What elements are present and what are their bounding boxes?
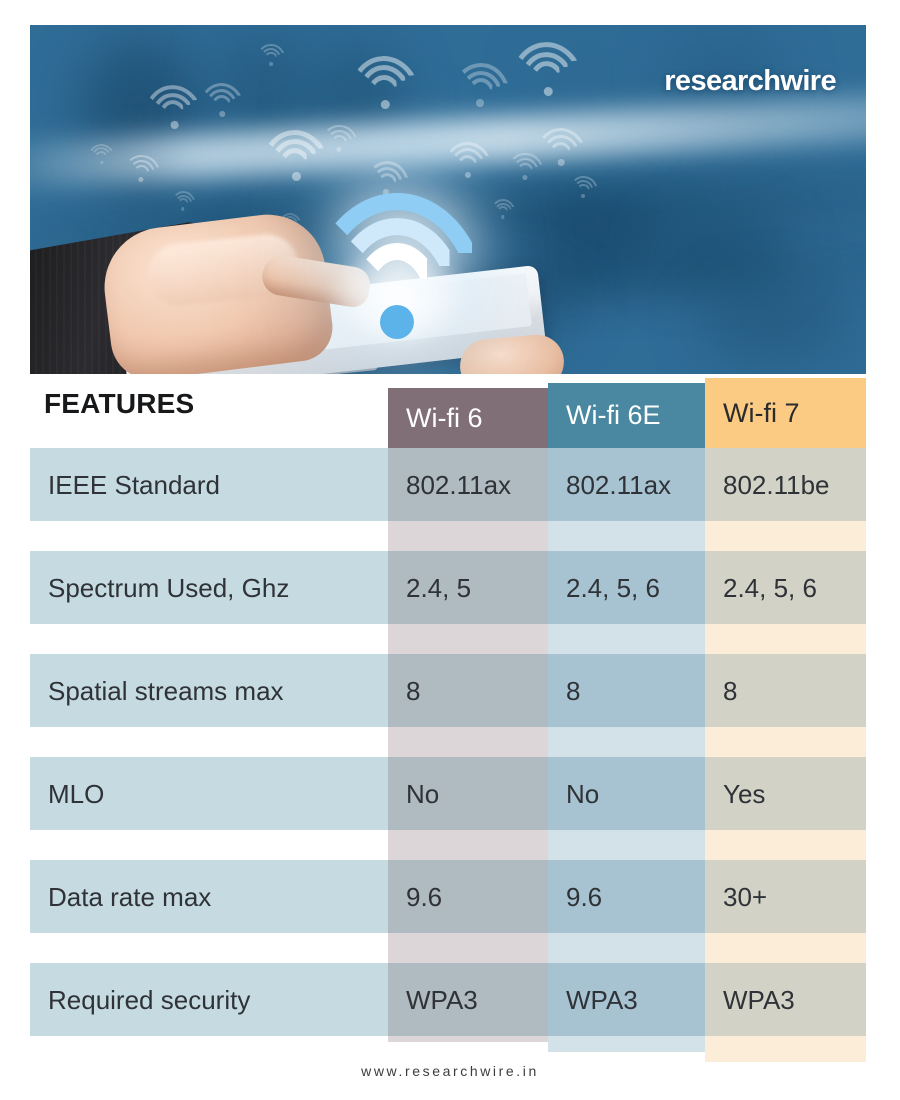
feature-label: Spatial streams max (48, 675, 284, 706)
bg-blur-blotch (698, 283, 849, 364)
wifi-arc (568, 174, 600, 195)
cell-value: WPA3 (566, 984, 638, 1015)
hero-wifi-arc (305, 193, 489, 311)
wifi-dot (380, 99, 391, 109)
comparison-table: FEATURES Wi-fi 6 Wi-fi 6E Wi-fi 7 IEEE Sta… (30, 374, 866, 1074)
wifi-arc (256, 43, 286, 62)
wifi-dot (475, 98, 484, 107)
cell-value: 9.6 (566, 881, 603, 912)
wifi-dot (291, 171, 302, 182)
wifi-icon (490, 199, 516, 219)
wifi-dot (170, 120, 179, 130)
column-header-label: Wi-fi 6E (566, 400, 661, 430)
wifi-arc (490, 199, 516, 214)
hero-wifi-icon (305, 193, 489, 341)
cell-value: 2.4, 5, 6 (723, 572, 817, 603)
feature-label: Spectrum Used, Ghz (48, 572, 290, 603)
bg-blur-blotch (514, 206, 665, 277)
cell-value: 8 (723, 675, 738, 706)
wifi-dot (138, 177, 144, 183)
wifi-icon (363, 158, 413, 197)
wifi-arc (170, 190, 198, 208)
cell-value: 8 (406, 675, 421, 706)
bg-blur-blotch (648, 220, 789, 287)
wifi-icon (533, 127, 587, 166)
wifi-icon (320, 123, 360, 153)
wifi-icon (505, 37, 585, 100)
wifi-dot (269, 62, 273, 66)
wifi-icon (450, 60, 514, 109)
wifi-icon (256, 126, 331, 184)
wifi-dot (580, 193, 585, 198)
cell-value: 2.4, 5, 6 (566, 572, 660, 603)
cell-value: 9.6 (406, 881, 443, 912)
feature-label: Data rate max (48, 881, 212, 912)
wifi-arc (450, 60, 514, 101)
feature-label: Required security (48, 984, 251, 1015)
wifi-arc (197, 81, 245, 112)
cell-value: 8 (566, 675, 581, 706)
wifi-icon (170, 190, 198, 211)
wifi-dot (557, 159, 565, 166)
wifi-arc (320, 123, 360, 148)
wifi-dot (181, 207, 185, 211)
column-background-1 (388, 448, 548, 1042)
wifi-dot (522, 175, 528, 181)
cell-value: 2.4, 5 (406, 572, 472, 603)
column-header-label: Wi-fi 6 (406, 402, 483, 433)
features-heading: FEATURES (44, 388, 195, 419)
wifi-icon (85, 141, 116, 166)
wifi-icon (345, 52, 421, 111)
wifi-dot (543, 86, 554, 97)
wifi-dot (464, 171, 472, 179)
wifi-icon (441, 140, 493, 179)
wifi-icon (139, 80, 204, 132)
cell-value: 802.11ax (406, 469, 512, 500)
cell-value: 30+ (723, 881, 768, 912)
wifi-dot (501, 215, 505, 219)
wifi-dot (336, 147, 342, 153)
column-header-2[interactable]: Wi-fi 6E (548, 383, 705, 448)
infographic-page: researchwire FEATURES Wi-fi 6 Wi-fi 6E Wi-… (0, 0, 900, 1100)
cell-value: WPA3 (406, 984, 478, 1015)
wifi-icon (568, 174, 600, 199)
hero-image: researchwire (30, 25, 866, 374)
footer-url: www.researchwire.in (361, 1063, 539, 1079)
hero-wifi-dot (380, 305, 414, 339)
column-header-1[interactable]: Wi-fi 6 (388, 388, 548, 448)
feature-label: MLO (48, 778, 105, 809)
cell-value: No (566, 778, 600, 809)
column-header-3[interactable]: Wi-fi 7 (705, 378, 866, 448)
cell-value: Yes (723, 778, 766, 809)
feature-label: IEEE Standard (48, 469, 220, 500)
cell-value: 802.11ax (566, 469, 672, 500)
column-header-label: Wi-fi 7 (723, 397, 800, 428)
wifi-dot (100, 160, 105, 165)
wifi-dot (219, 111, 226, 118)
cell-value: WPA3 (723, 984, 795, 1015)
wifi-icon (197, 81, 245, 119)
brand-logo: researchwire (664, 65, 836, 97)
wifi-icon (256, 43, 286, 66)
cell-value: 802.11be (723, 469, 830, 500)
wifi-arc (122, 152, 163, 179)
wifi-arc (441, 140, 493, 173)
wifi-arc (533, 127, 587, 159)
cell-value: No (406, 778, 440, 809)
column-background-2 (548, 448, 705, 1052)
wifi-icon (122, 152, 163, 184)
